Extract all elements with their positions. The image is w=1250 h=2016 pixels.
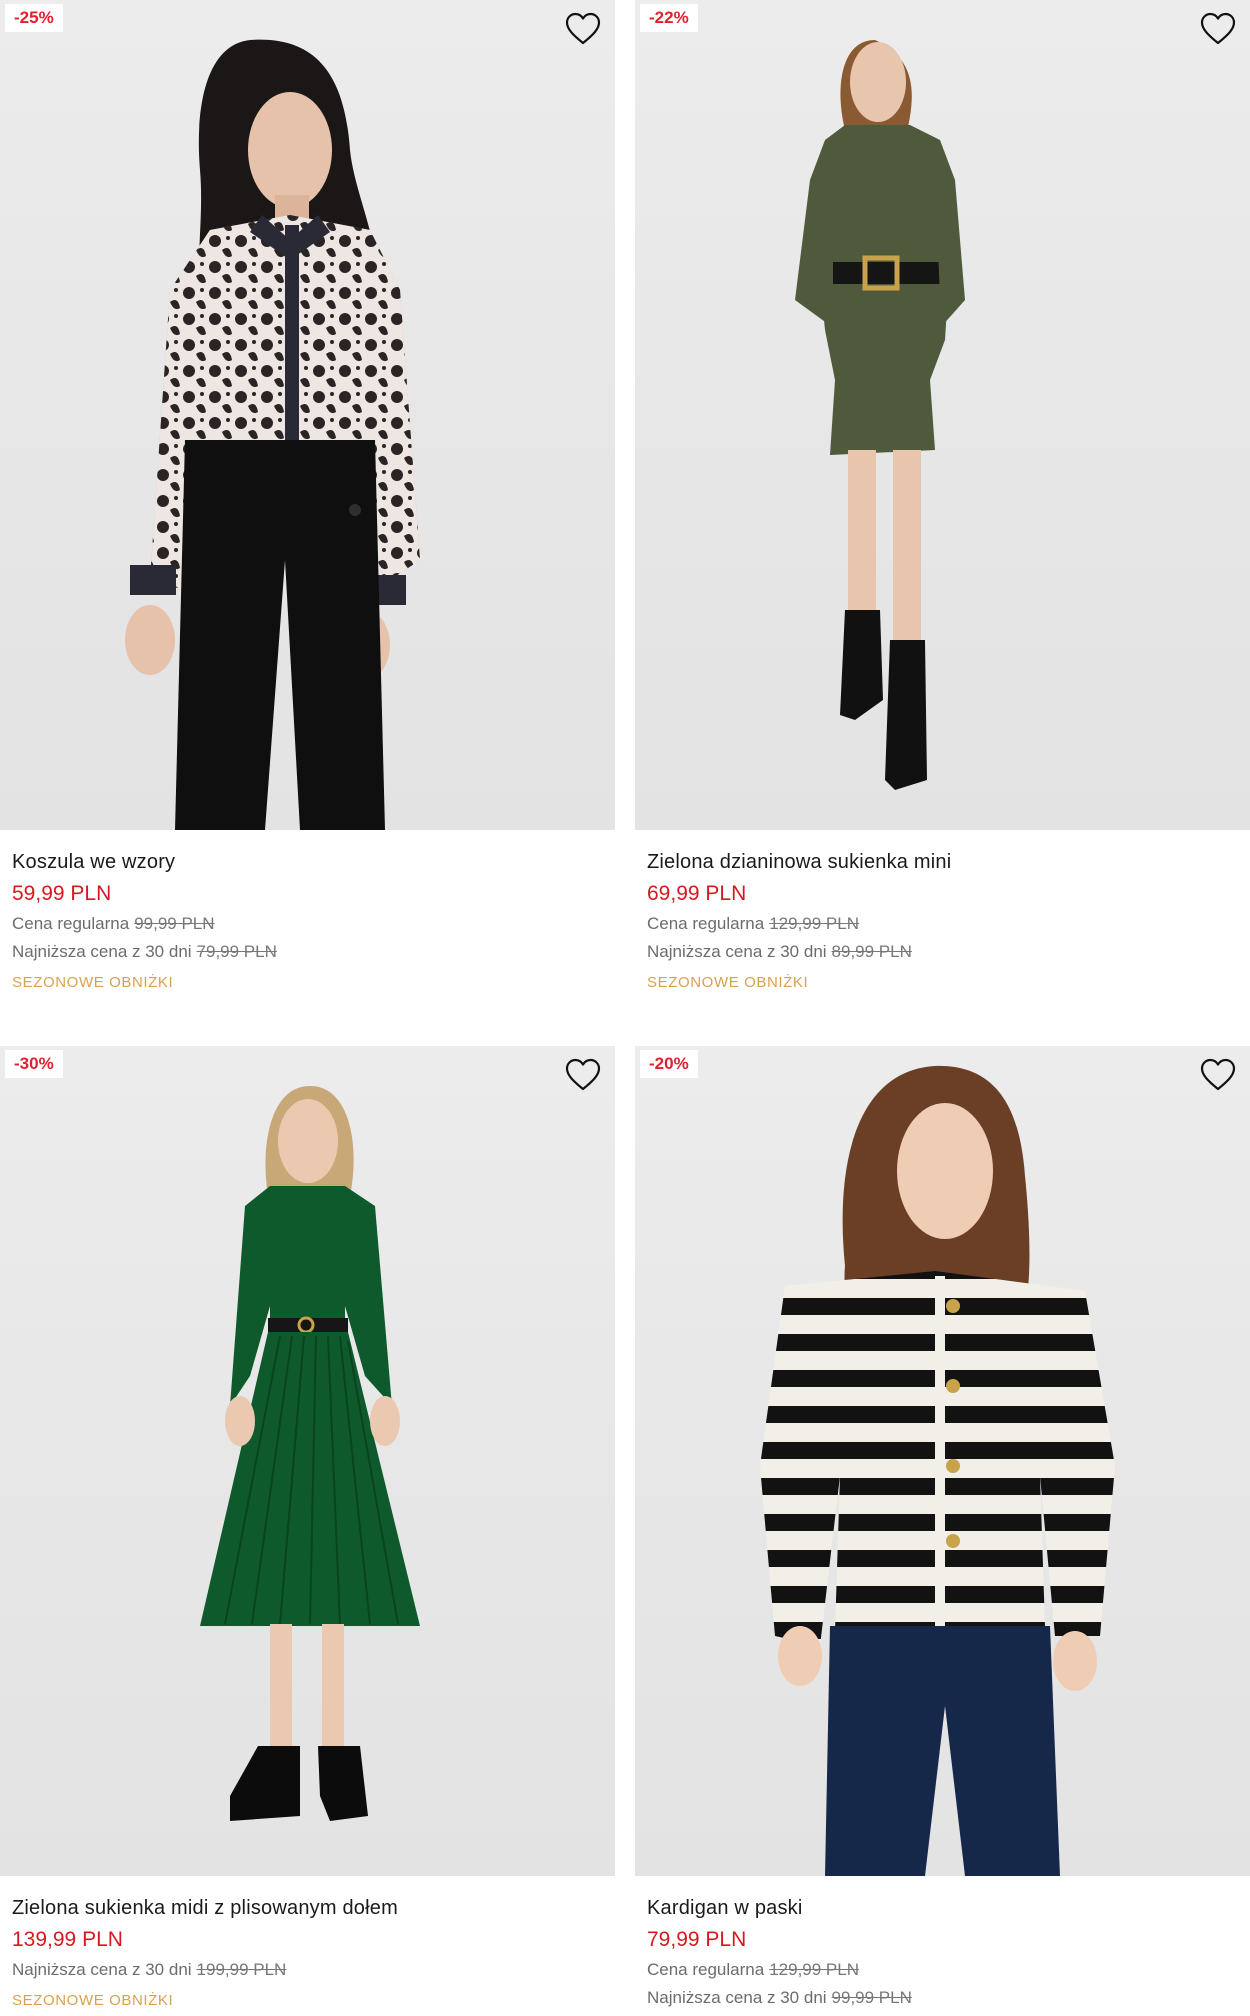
product-image[interactable]: -22% [635, 0, 1250, 830]
product-name[interactable]: Kardigan w paski [647, 1896, 1238, 1920]
lowest-price-row: Najniższa cena z 30 dni 79,99 PLN [12, 942, 603, 962]
regular-price-value: 129,99 PLN [769, 914, 859, 933]
product-photo-model [200, 1086, 420, 1821]
product-card[interactable]: -22% Zielona dzianinowa sukienka mini 69… [635, 0, 1250, 991]
product-card[interactable]: -25% Koszula we wzory 59,99 PLN Cena reg… [0, 0, 615, 991]
heart-outline-icon[interactable] [1200, 1058, 1236, 1092]
lowest-price-label: Najniższa cena z 30 dni [12, 1960, 192, 1979]
product-photo-model [795, 40, 965, 790]
product-image[interactable]: -25% [0, 0, 615, 830]
regular-price-value: 99,99 PLN [134, 914, 215, 933]
regular-price-row: Cena regularna 99,99 PLN [12, 914, 603, 934]
product-photo-model [760, 1065, 1115, 1876]
product-price: 69,99 PLN [647, 882, 747, 905]
lowest-price-row: Najniższa cena z 30 dni 199,99 PLN [12, 1960, 603, 1980]
heart-outline-icon[interactable] [565, 12, 601, 46]
product-price: 79,99 PLN [647, 1928, 747, 1951]
lowest-price-value: 199,99 PLN [196, 1960, 287, 1979]
lowest-price-label: Najniższa cena z 30 dni [12, 942, 192, 961]
promo-label: SEZONOWE OBNIŻKI [12, 1992, 174, 2009]
discount-badge: -30% [5, 1050, 63, 1078]
regular-price-label: Cena regularna [647, 1960, 765, 1979]
product-price: 139,99 PLN [12, 1928, 123, 1951]
regular-price-label: Cena regularna [12, 914, 130, 933]
heart-outline-icon[interactable] [1200, 12, 1236, 46]
product-price: 59,99 PLN [12, 882, 112, 905]
lowest-price-value: 99,99 PLN [831, 1988, 912, 2007]
regular-price-label: Cena regularna [647, 914, 765, 933]
regular-price-row: Cena regularna 129,99 PLN [647, 914, 1238, 934]
product-photo-model [125, 39, 420, 830]
lowest-price-value: 79,99 PLN [196, 942, 277, 961]
product-name[interactable]: Zielona sukienka midi z plisowanym dołem [12, 1896, 603, 1920]
discount-badge: -20% [640, 1050, 698, 1078]
regular-price-row: Cena regularna 129,99 PLN [647, 1960, 1238, 1980]
heart-outline-icon[interactable] [565, 1058, 601, 1092]
product-card[interactable]: -20% Kardigan w paski 79,99 PLN Cena reg… [635, 1046, 1250, 2008]
product-name[interactable]: Zielona dzianinowa sukienka mini [647, 850, 1238, 874]
promo-label: SEZONOWE OBNIŻKI [647, 974, 809, 991]
lowest-price-row: Najniższa cena z 30 dni 89,99 PLN [647, 942, 1238, 962]
lowest-price-label: Najniższa cena z 30 dni [647, 1988, 827, 2007]
product-name[interactable]: Koszula we wzory [12, 850, 603, 874]
lowest-price-row: Najniższa cena z 30 dni 99,99 PLN [647, 1988, 1238, 2008]
product-image[interactable]: -20% [635, 1046, 1250, 1876]
discount-badge: -25% [5, 4, 63, 32]
product-image[interactable]: -30% [0, 1046, 615, 1876]
lowest-price-label: Najniższa cena z 30 dni [647, 942, 827, 961]
lowest-price-value: 89,99 PLN [831, 942, 912, 961]
promo-label: SEZONOWE OBNIŻKI [12, 974, 174, 991]
product-card[interactable]: -30% Zielona sukienka midi z plisowanym … [0, 1046, 615, 2009]
regular-price-value: 129,99 PLN [769, 1960, 859, 1979]
discount-badge: -22% [640, 4, 698, 32]
